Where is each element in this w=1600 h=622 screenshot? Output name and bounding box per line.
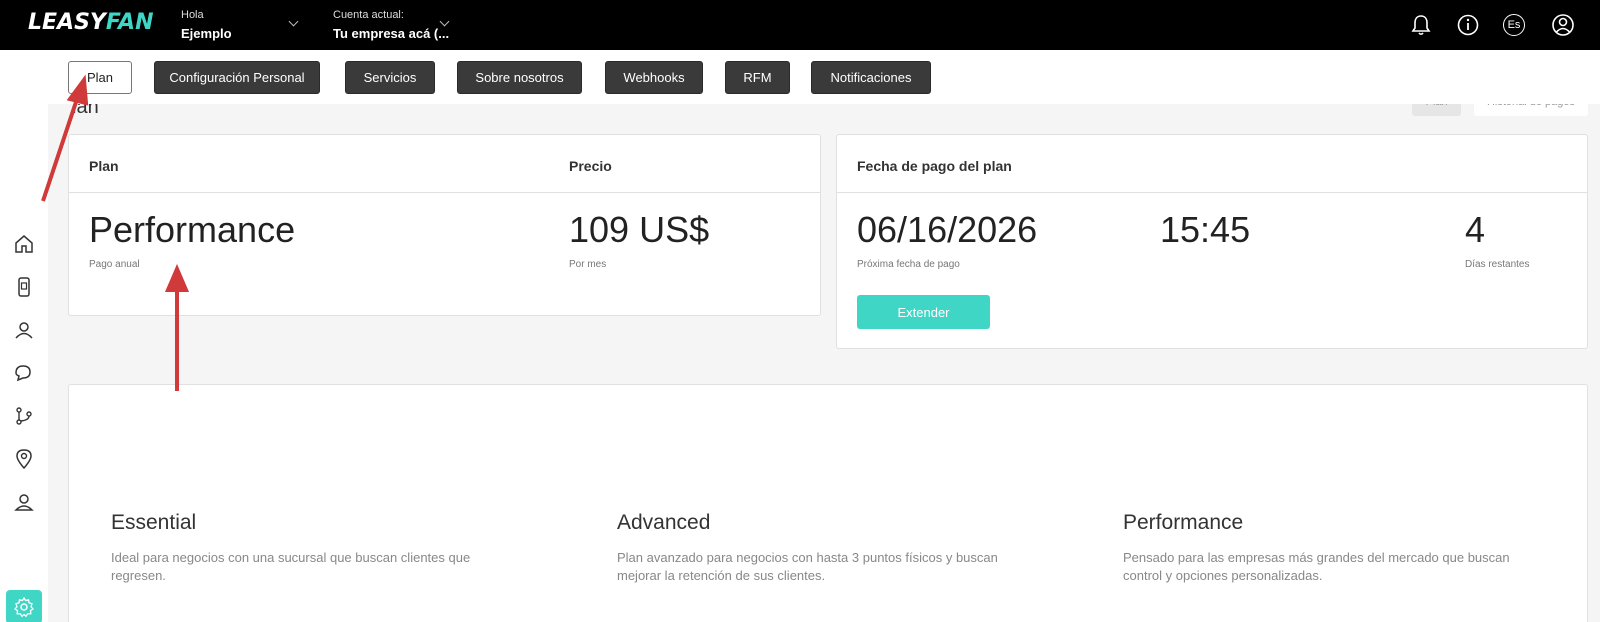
plan-option-description: Pensado para las empresas más grandes de… (1123, 550, 1510, 583)
sidebar (0, 50, 48, 622)
flow-icon[interactable] (12, 404, 36, 428)
next-payment-label: Próxima fecha de pago (857, 259, 960, 270)
tab-about-us[interactable]: Sobre nosotros (457, 61, 582, 94)
chat-icon[interactable] (12, 361, 36, 385)
tab-webhooks[interactable]: Webhooks (605, 61, 703, 94)
payment-header: Fecha de pago del plan (857, 158, 1012, 174)
tab-plan[interactable]: Plan (68, 61, 132, 94)
user-icon[interactable] (12, 490, 36, 514)
user-circle-icon[interactable] (1550, 12, 1576, 38)
info-icon[interactable] (1455, 12, 1481, 38)
bell-icon[interactable] (1408, 12, 1434, 38)
location-icon[interactable] (12, 447, 36, 471)
greeting-name: Ejemplo (181, 26, 232, 41)
language-selector[interactable]: Es (1503, 14, 1525, 36)
plans-comparison-panel: Essential Ideal para negocios con una su… (68, 384, 1588, 622)
chevron-down-icon[interactable] (288, 16, 299, 27)
device-icon[interactable] (12, 275, 36, 299)
card-header: Plan Precio (69, 135, 820, 193)
top-bar: LEASYFAN Hola Ejemplo Cuenta actual: Tu … (0, 0, 1600, 50)
plan-header: Plan (89, 158, 119, 174)
price-header: Precio (569, 158, 612, 174)
plan-option-name: Performance (1123, 511, 1244, 534)
plan-option-description: Ideal para negocios con una sucursal que… (111, 550, 471, 583)
tab-personal-config[interactable]: Configuración Personal (154, 61, 320, 94)
days-remaining-label: Días restantes (1465, 259, 1530, 270)
tab-rfm[interactable]: RFM (725, 61, 790, 94)
settings-tab-row: Plan Configuración Personal Servicios So… (48, 50, 1600, 104)
plan-option-name: Essential (111, 511, 197, 534)
current-plan-card: Plan Precio Performance Pago anual 109 U… (68, 134, 821, 316)
payment-time: 15:45 (1160, 209, 1251, 250)
payment-date-card: Fecha de pago del plan 06/16/2026 Próxim… (836, 134, 1588, 349)
language-label: Es (1507, 19, 1521, 31)
card-header: Fecha de pago del plan (837, 135, 1587, 193)
logo-text-part2: FAN (105, 10, 154, 35)
account-label: Cuenta actual: (333, 9, 404, 21)
logo-text-part1: LEASY (28, 10, 106, 35)
price-period-label: Por mes (569, 259, 607, 270)
account-name: Tu empresa acá (... (333, 26, 450, 41)
home-icon[interactable] (12, 232, 36, 256)
plan-option-name: Advanced (617, 511, 711, 534)
days-remaining: 4 (1465, 209, 1486, 250)
settings-icon (14, 596, 34, 618)
sidebar-item-settings[interactable] (6, 590, 42, 622)
next-payment-date: 06/16/2026 (857, 209, 1038, 250)
account-selector[interactable]: Cuenta actual: Tu empresa acá (... (333, 9, 449, 41)
plan-name: Performance (89, 209, 296, 250)
extend-button[interactable]: Extender (857, 295, 990, 329)
tab-services[interactable]: Servicios (345, 61, 435, 94)
greeting-label: Hola (181, 9, 204, 21)
contacts-icon[interactable] (12, 318, 36, 342)
tab-notifications[interactable]: Notificaciones (811, 61, 931, 94)
plan-billing-label: Pago anual (89, 259, 140, 270)
user-greeting[interactable]: Hola Ejemplo (181, 9, 232, 41)
plan-price: 109 US$ (569, 209, 710, 250)
logo[interactable]: LEASYFAN (28, 10, 154, 35)
plan-option-description: Plan avanzado para negocios con hasta 3 … (617, 550, 998, 583)
